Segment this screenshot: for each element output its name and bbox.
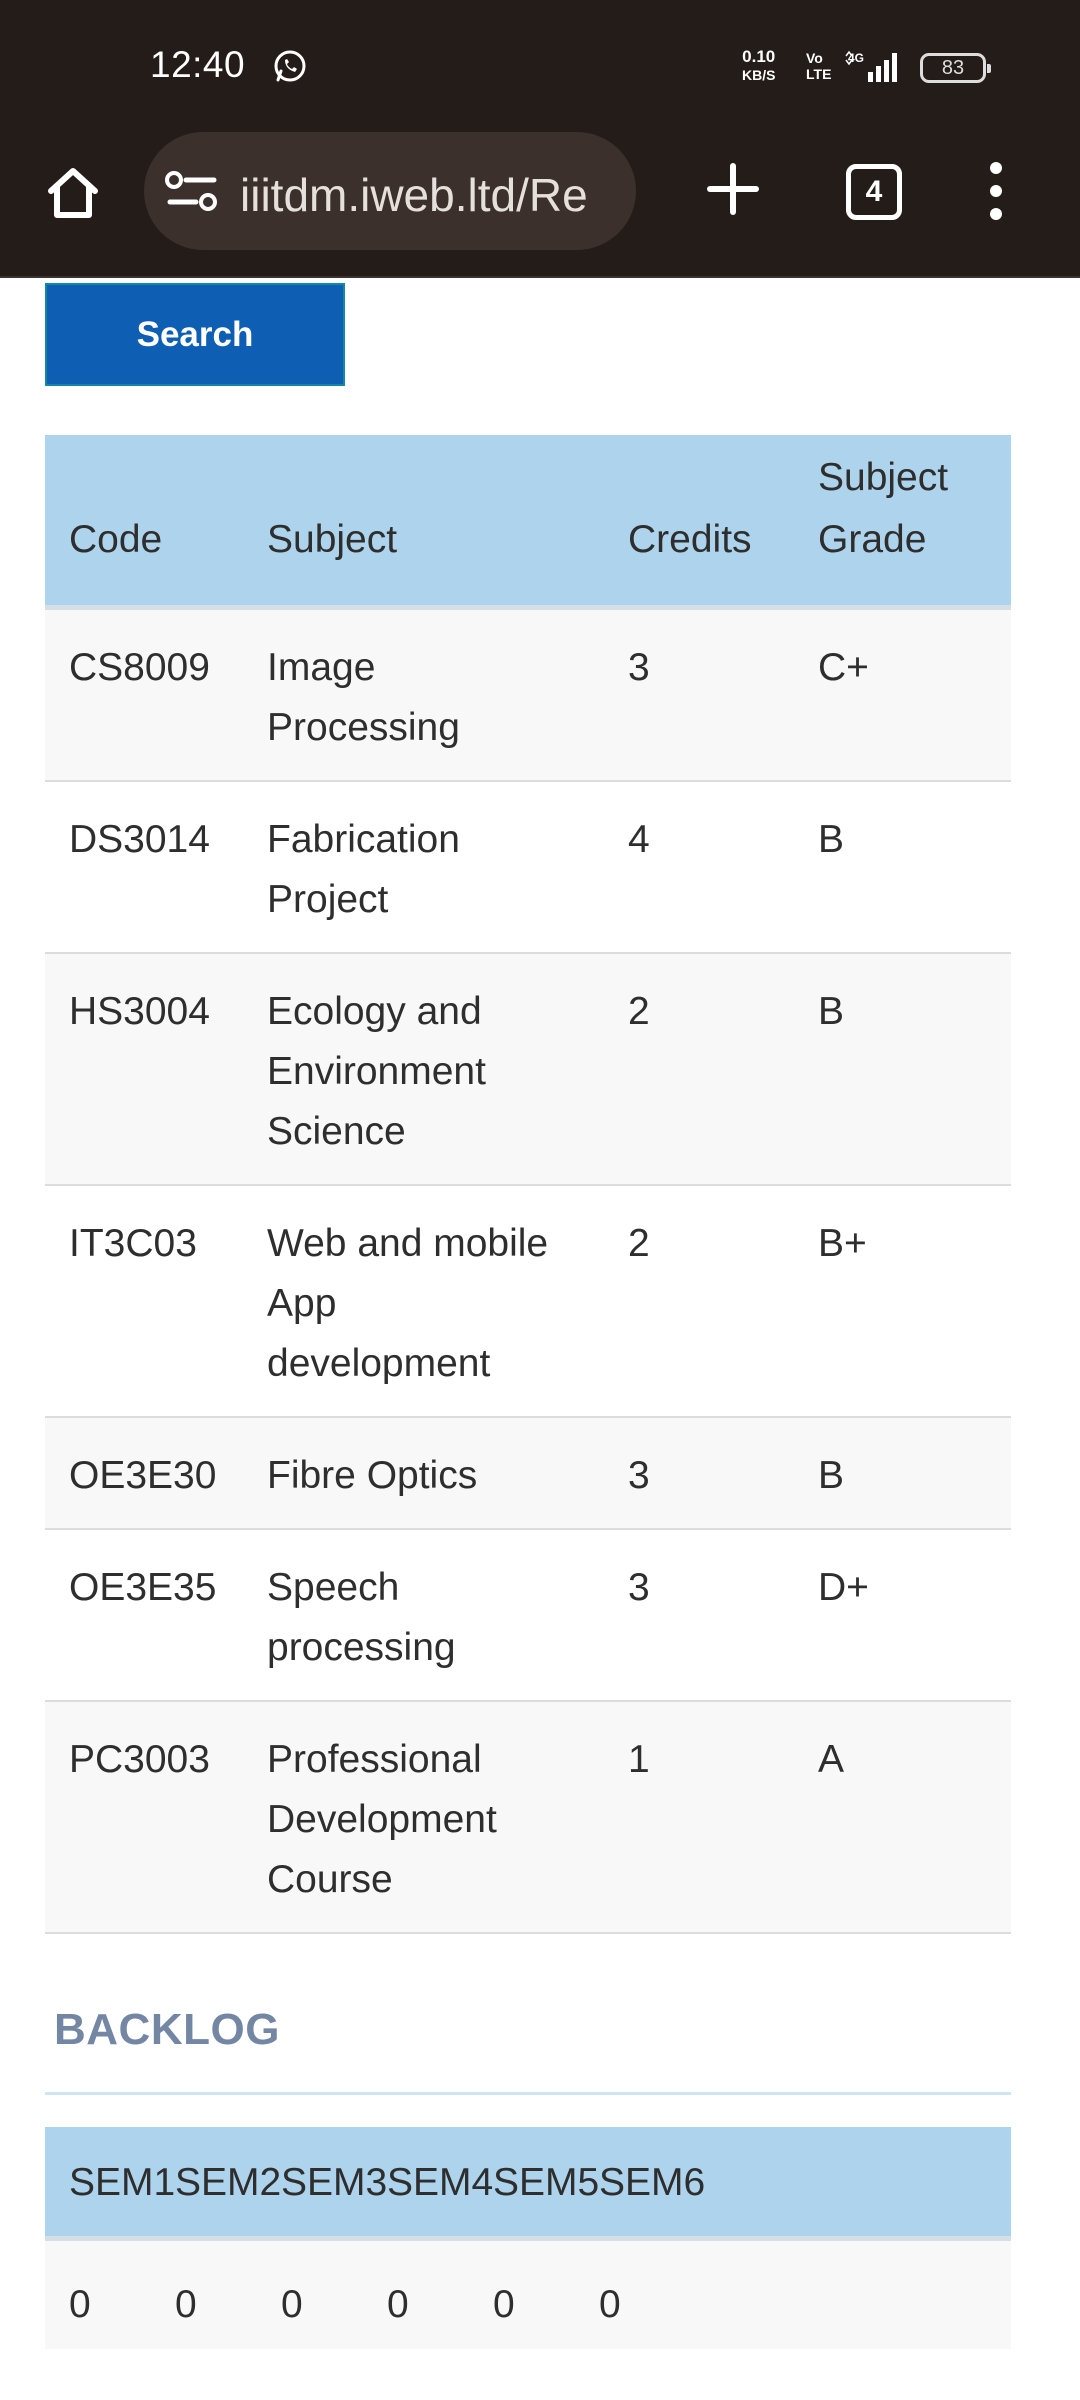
volte-top-label: Vo [806,50,823,66]
subject-name-line: Ecology and [267,990,482,1033]
subject-name-cell: Fibre Optics [267,1446,607,1506]
backlog-header-sem1: SEM1 [69,2161,176,2204]
address-bar[interactable]: iiitdm.iweb.ltd/Re [144,132,636,250]
home-button[interactable] [38,158,108,228]
backlog-table-row: 0 0 0 0 0 0 [45,2241,1011,2349]
credits-cell: 2 [628,1222,650,1265]
whatsapp-icon [274,50,306,82]
subject-name-line: Professional [267,1738,482,1781]
subject-name-line: Course [267,1858,393,1901]
subject-name-line: Web and mobile [267,1222,549,1265]
subject-name-line: Environment [267,1050,486,1093]
backlog-header-sem2: SEM2 [175,2161,282,2204]
subject-code-cell: IT3C03 [69,1222,197,1265]
grade-cell: A [818,1738,845,1781]
backlog-value-sem6: 0 [599,2283,621,2326]
backlog-header-sem6: SEM6 [599,2161,706,2204]
backlog-header-sem4: SEM4 [387,2161,494,2204]
header-credits: Credits [628,518,752,561]
tab-switcher-button[interactable]: 4 [846,164,902,220]
table-row: OE3E35 Speech processing 3 D+ [45,1530,1011,1702]
battery-indicator: 83 [920,53,991,83]
grade-cell: D+ [818,1566,869,1609]
subject-name-cell: Ecology and Environment Science [267,982,607,1162]
header-code: Code [69,518,163,561]
subject-name-cell: Fabrication Project [267,810,607,930]
credits-cell: 3 [628,1566,650,1609]
table-row: CS8009 Image Processing 3 C+ [45,610,1011,782]
network-speed-unit: KB/S [742,67,776,83]
subject-name-line: Speech [267,1566,400,1609]
credits-cell: 1 [628,1738,650,1781]
subject-name-cell: Image Processing [267,638,607,758]
url-text[interactable]: iiitdm.iweb.ltd/Re [240,168,620,222]
browser-toolbar: iiitdm.iweb.ltd/Re 4 [0,128,1080,278]
subject-code-cell: PC3003 [69,1738,210,1781]
subject-name-cell: Speech processing [267,1558,607,1678]
backlog-header-sem3: SEM3 [281,2161,388,2204]
home-icon [48,168,98,218]
grades-table-body: CS8009 Image Processing 3 C+ DS3014 Fabricatio… [45,610,1011,1934]
grade-cell: B [818,990,845,1033]
subject-name-line: Fibre Optics [267,1454,478,1497]
backlog-table-header: SEM1 SEM2 SEM3 SEM4 SEM5 SEM6 [45,2127,1011,2241]
backlog-heading: BACKLOG [54,2005,280,2054]
header-subject-grade-line1: Subject [818,456,949,499]
header-subject-grade: Subject Grade [818,447,948,571]
grades-table: Code Subject Credits Subject Grade CS800… [45,435,1011,1934]
subject-name-line: Science [267,1110,406,1153]
table-row: IT3C03 Web and mobile App development 2 B+ [45,1186,1011,1418]
subject-name-line: App [267,1282,337,1325]
subject-name-line: Image [267,646,376,689]
grades-table-header: Code Subject Credits Subject Grade [45,435,1011,610]
subject-name-cell: Web and mobile App development [267,1214,607,1394]
subject-name-line: Project [267,878,389,921]
backlog-divider [45,2092,1011,2095]
status-bar: 12:40 0.10 KB/S Vo LTE 4G 83 [0,0,1080,128]
subject-name-line: development [267,1342,491,1385]
site-settings-icon[interactable] [164,168,220,216]
subject-code-cell: HS3004 [69,990,210,1033]
volte-indicator: Vo LTE [806,50,831,82]
subject-code-cell: OE3E30 [69,1454,217,1497]
credits-cell: 4 [628,818,650,861]
table-row: PC3003 Professional Development Course 1 A [45,1702,1011,1934]
table-row: OE3E30 Fibre Optics 3 B [45,1418,1011,1530]
subject-name-line: Fabrication [267,818,460,861]
network-speed: 0.10 KB/S [742,48,775,84]
subject-name-line: processing [267,1626,456,1669]
grade-cell: B [818,818,845,861]
table-row: HS3004 Ecology and Environment Science 2 B [45,954,1011,1186]
backlog-value-sem1: 0 [69,2283,91,2326]
credits-cell: 3 [628,646,650,689]
new-tab-plus-icon[interactable] [702,158,764,220]
backlog-value-sem3: 0 [281,2283,303,2326]
subject-code-cell: CS8009 [69,646,210,689]
backlog-value-sem4: 0 [387,2283,409,2326]
grade-cell: B [818,1454,845,1497]
table-row: DS3014 Fabrication Project 4 B [45,782,1011,954]
subject-code-cell: OE3E35 [69,1566,217,1609]
more-menu-icon[interactable] [976,158,1016,224]
search-button[interactable]: Search [45,283,345,386]
backlog-value-sem5: 0 [493,2283,515,2326]
credits-cell: 3 [628,1454,650,1497]
grade-cell: B+ [818,1222,867,1265]
network-speed-value: 0.10 [742,47,776,66]
subject-name-cell: Professional Development Course [267,1730,607,1910]
backlog-table: SEM1 SEM2 SEM3 SEM4 SEM5 SEM6 0 0 0 0 0 0 [45,2127,1011,2349]
grade-cell: C+ [818,646,869,689]
subject-name-line: Processing [267,706,460,749]
subject-name-line: Development [267,1798,497,1841]
backlog-header-sem5: SEM5 [493,2161,600,2204]
credits-cell: 2 [628,990,650,1033]
signal-icon: 4G [845,50,897,82]
header-subject-grade-line2: Grade [818,518,927,561]
subject-code-cell: DS3014 [69,818,210,861]
volte-bottom-label: LTE [806,66,832,82]
backlog-value-sem2: 0 [175,2283,197,2326]
header-subject: Subject [267,518,398,561]
status-time: 12:40 [150,44,246,85]
